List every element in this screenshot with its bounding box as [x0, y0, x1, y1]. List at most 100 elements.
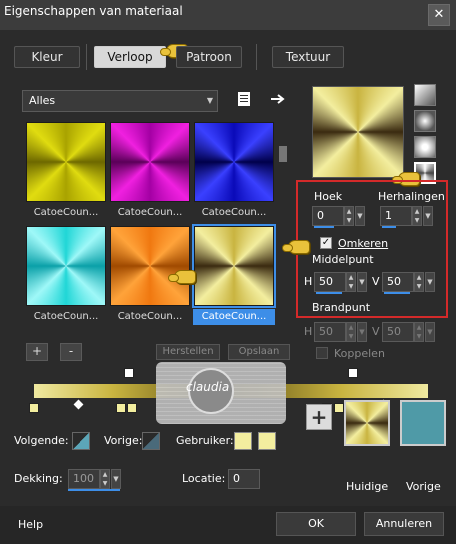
gradient-swatch[interactable] [194, 122, 274, 202]
huidige-label: Huidige [346, 480, 389, 493]
hoek-slider[interactable] [314, 226, 334, 228]
brandpunt-h-dropdown[interactable]: ▼ [357, 322, 367, 342]
midpoint-v-slider[interactable] [384, 292, 410, 294]
help-link[interactable]: Help [18, 518, 43, 531]
brandpunt-h-input[interactable]: 50 [314, 322, 346, 342]
dropdown-value: Alles [29, 94, 56, 107]
close-button[interactable]: ✕ [428, 4, 450, 26]
gradient-swatch[interactable] [110, 226, 190, 306]
opslaan-button[interactable]: Opslaan [228, 344, 290, 360]
brandpunt-v-dropdown[interactable]: ▼ [425, 322, 435, 342]
v-label: V [372, 325, 380, 338]
tab-separator [256, 44, 257, 70]
previous-color-swatch[interactable] [142, 432, 160, 450]
annuleren-button[interactable]: Annuleren [364, 512, 444, 536]
dekking-dropdown[interactable]: ▼ [111, 469, 121, 489]
dekking-label: Dekking: [14, 472, 63, 485]
window-title: Eigenschappen van materiaal [4, 4, 183, 18]
dekking-input[interactable]: 100 [68, 469, 100, 489]
midpoint-v-input[interactable]: 50 [382, 272, 414, 292]
midpoint-v-dropdown[interactable]: ▼ [425, 272, 435, 292]
watermark-text: claudia [186, 380, 230, 394]
gradient-swatch[interactable] [26, 122, 106, 202]
gebruiker-label: Gebruiker: [176, 434, 234, 447]
hand-pointer-icon [168, 270, 196, 284]
vorige-swatch-label: Vorige [406, 480, 441, 493]
midpoint-v-spinner[interactable]: ▲ ▼ [414, 272, 424, 292]
opacity-stop-marker[interactable] [124, 368, 134, 378]
brandpunt-h-spinner[interactable]: ▲ ▼ [346, 322, 356, 342]
list-scrollbar[interactable] [278, 130, 288, 326]
arrow-right-icon[interactable] [270, 92, 286, 106]
brandpunt-v-spinner[interactable]: ▲ ▼ [414, 322, 424, 342]
hand-pointer-icon [282, 240, 310, 254]
category-dropdown[interactable]: Alles ▼ [22, 90, 218, 112]
tab-separator [86, 44, 87, 70]
midpoint-diamond-icon[interactable] [73, 399, 84, 410]
current-material-swatch[interactable] [344, 400, 390, 446]
omkeren-checkbox[interactable]: ✓ [320, 237, 332, 249]
user-color-swatch-1[interactable] [234, 432, 252, 450]
user-color-swatch-2[interactable] [258, 432, 276, 450]
tab-patroon[interactable]: Patroon [176, 46, 242, 68]
koppelen-label[interactable]: Koppelen [334, 347, 385, 360]
library-icon[interactable] [236, 91, 252, 107]
volgende-label: Volgende: [14, 434, 69, 447]
midpoint-h-input[interactable]: 50 [314, 272, 346, 292]
next-color-swatch[interactable] [72, 432, 90, 450]
herhalingen-label: Herhalingen [378, 190, 445, 203]
rectangular-type-button[interactable] [414, 110, 436, 132]
middelpunt-label: Middelpunt [312, 253, 374, 266]
hoek-input[interactable]: 0 [312, 206, 344, 226]
midpoint-h-spinner[interactable]: ▲ ▼ [346, 272, 356, 292]
swatch-label: CatoeCoun... [33, 311, 99, 322]
color-stop-marker[interactable] [334, 403, 344, 413]
opacity-stop-marker[interactable] [348, 368, 358, 378]
color-stop-marker[interactable] [116, 403, 126, 413]
omkeren-label[interactable]: Omkeren [338, 237, 388, 250]
color-stop-marker[interactable] [29, 403, 39, 413]
chevron-down-icon: ▼ [206, 96, 213, 105]
vorige-label: Vorige: [104, 434, 143, 447]
locatie-input[interactable]: 0 [228, 469, 260, 489]
midpoint-h-dropdown[interactable]: ▼ [357, 272, 367, 292]
herhalingen-dropdown[interactable]: ▼ [423, 206, 433, 226]
gradient-swatch[interactable] [26, 226, 106, 306]
swatch-label: CatoeCoun... [201, 207, 267, 218]
linear-type-button[interactable] [414, 84, 436, 106]
gradient-swatch[interactable] [110, 122, 190, 202]
scrollbar-thumb[interactable] [279, 146, 287, 162]
remove-gradient-button[interactable]: - [60, 343, 82, 361]
swatch-label: CatoeCoun... [117, 311, 183, 322]
herhalingen-input[interactable]: 1 [380, 206, 412, 226]
tab-verloop[interactable]: Verloop [94, 46, 166, 68]
h-label: H [304, 275, 313, 288]
swatch-label: CatoeCoun... [117, 207, 183, 218]
koppelen-checkbox[interactable] [316, 347, 328, 359]
herstellen-button[interactable]: Herstellen [156, 344, 220, 360]
gradient-preview [312, 86, 404, 178]
radial-type-button[interactable] [414, 136, 436, 158]
color-stop-marker[interactable] [127, 403, 137, 413]
add-gradient-button[interactable]: + [26, 343, 48, 361]
locatie-label: Locatie: [182, 472, 226, 485]
herhalingen-spinner[interactable]: ▲ ▼ [412, 206, 422, 226]
dekking-spinner[interactable]: ▲ ▼ [100, 469, 110, 489]
tab-kleur[interactable]: Kleur [14, 46, 80, 68]
hoek-dropdown[interactable]: ▼ [355, 206, 365, 226]
herhalingen-slider[interactable] [382, 226, 396, 228]
add-swatch-button[interactable]: + [306, 404, 332, 430]
v-label: V [372, 275, 380, 288]
swatch-label: CatoeCoun... [33, 207, 99, 218]
gradient-swatch-selected[interactable] [192, 224, 276, 308]
hoek-spinner[interactable]: ▲ ▼ [344, 206, 354, 226]
brandpunt-v-input[interactable]: 50 [382, 322, 414, 342]
ok-button[interactable]: OK [276, 512, 356, 536]
swatch-label: CatoeCoun... [193, 309, 275, 325]
brandpunt-label: Brandpunt [312, 301, 371, 314]
midpoint-h-slider[interactable] [316, 292, 342, 294]
previous-material-swatch[interactable] [400, 400, 446, 446]
hoek-label: Hoek [314, 190, 343, 203]
dekking-slider[interactable] [68, 489, 120, 491]
tab-textuur[interactable]: Textuur [272, 46, 344, 68]
